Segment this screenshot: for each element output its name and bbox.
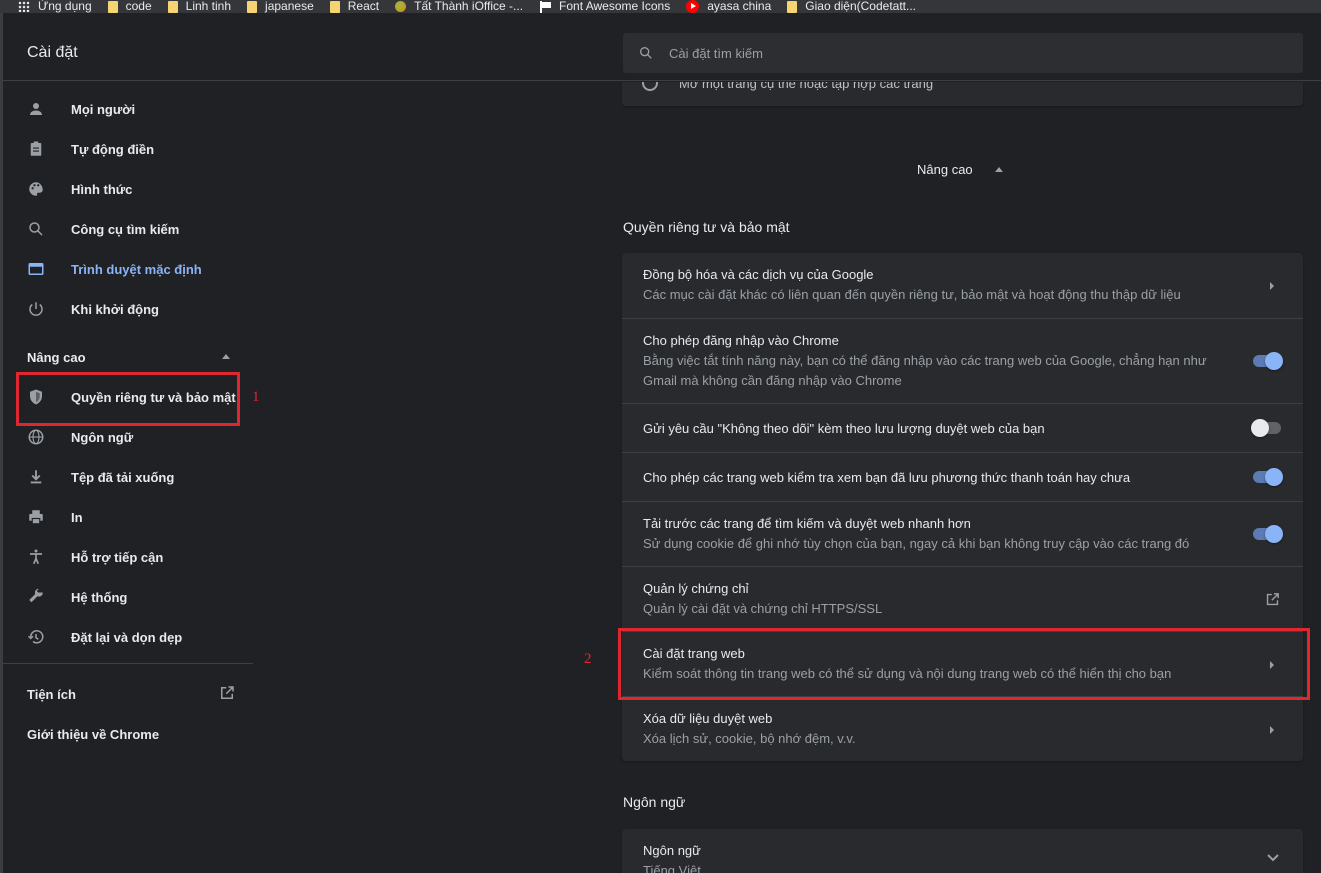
open-in-new-icon[interactable] [1264,591,1281,608]
youtube-icon [686,0,700,13]
page-title: Cài đặt [27,44,78,61]
startup-card-partial: Mở một trang cụ thể hoặc tập hợp các tra… [622,82,1303,106]
sidebar-item-downloads[interactable]: Tệp đã tải xuống [3,457,253,497]
sidebar-item-printing[interactable]: In [3,497,253,537]
sidebar-item-autofill[interactable]: Tự động điền [3,129,253,169]
row-manage-certificates[interactable]: Quản lý chứng chỉ Quản lý cài đặt và chứ… [622,566,1303,631]
language-section-title: Ngôn ngữ [623,794,686,810]
chevron-up-icon[interactable] [995,167,1003,172]
sidebar-item-extensions[interactable]: Tiện ích [3,674,253,714]
search-box[interactable] [623,33,1303,73]
folder-icon [247,0,258,13]
language-card[interactable]: Ngôn ngữ Tiếng Việt [622,829,1303,873]
bookmarks-bar: Ứng dụng code Linh tinh japanese React T… [0,0,1321,13]
bookmark-linh-tinh[interactable]: Linh tinh [167,0,231,13]
sidebar-item-search-engine[interactable]: Công cụ tìm kiếm [3,209,253,249]
sidebar-item-system[interactable]: Hệ thống [3,577,253,617]
search-input[interactable] [669,33,1269,73]
apps-icon [18,1,30,12]
row-preload-pages: Tải trước các trang để tìm kiếm và duyệt… [622,501,1303,566]
restore-icon [27,630,44,644]
sidebar-divider [3,663,253,664]
flag-icon [539,0,552,13]
settings-header: Cài đặt [3,22,1321,81]
download-icon [30,470,42,484]
sidebar-item-on-startup[interactable]: Khi khởi động [3,289,253,329]
wrench-icon [29,588,43,603]
bookmark-react[interactable]: React [329,0,379,13]
bookmark-giao-dien[interactable]: Giao diện(Codetatt... [787,0,916,13]
bookmark-code[interactable]: code [107,0,152,13]
row-sync-google[interactable]: Đồng bộ hóa và các dịch vụ của Google Cá… [622,253,1303,318]
row-payment-methods: Cho phép các trang web kiểm tra xem bạn … [622,452,1303,501]
search-icon [640,47,652,59]
sidebar-item-people[interactable]: Mọi người [3,89,253,129]
folder-icon [167,0,178,13]
row-clear-browsing-data[interactable]: Xóa dữ liệu duyệt web Xóa lịch sử, cooki… [622,696,1303,761]
row-do-not-track: Gửi yêu cầu "Không theo dõi" kèm theo lư… [622,403,1303,452]
annotation-box-1 [16,372,240,426]
sidebar-item-about[interactable]: Giới thiệu về Chrome [3,714,253,754]
bookmark-ayasa-china[interactable]: ayasa china [686,0,771,13]
sidebar-item-appearance[interactable]: Hình thức [3,169,253,209]
bookmark-ioffice[interactable]: Tất Thành iOffice -... [395,0,523,13]
person-icon [30,103,42,115]
chevron-right-icon[interactable] [1270,282,1274,290]
annotation-number-2: 2 [584,651,592,667]
payment-methods-toggle[interactable] [1251,468,1283,486]
do-not-track-toggle[interactable] [1251,419,1283,437]
globe-icon [28,429,44,445]
privacy-section-title: Quyền riêng tư và bảo mật [623,219,790,235]
sidebar-item-default-browser[interactable]: Trình duyệt mặc định [3,249,253,289]
bookmark-font-awesome[interactable]: Font Awesome Icons [539,0,670,13]
chevron-down-icon[interactable] [1266,853,1280,863]
annotation-box-2 [618,628,1310,700]
row-allow-signin: Cho phép đăng nhập vào Chrome Bằng việc … [622,318,1303,403]
folder-icon [787,0,798,13]
folder-icon [329,0,340,13]
folder-icon [107,0,118,13]
bookmark-apps[interactable]: Ứng dụng [0,0,92,13]
annotation-number-1: 1 [252,389,260,405]
open-in-new-icon [221,686,234,699]
preload-toggle[interactable] [1251,525,1283,543]
printer-icon [29,510,43,525]
chevron-up-icon [222,354,230,359]
bookmark-japanese[interactable]: japanese [247,0,314,13]
radio-button[interactable] [642,82,658,91]
search-icon [29,222,43,236]
signin-toggle[interactable] [1251,352,1283,370]
chevron-right-icon[interactable] [1270,726,1274,734]
browser-icon [28,263,44,275]
clipboard-icon [30,141,42,156]
advanced-toggle[interactable]: Nâng cao [917,162,973,177]
accessibility-icon [30,549,42,565]
sidebar-item-reset[interactable]: Đặt lại và dọn dẹp [3,617,253,657]
palette-icon [29,182,43,196]
sidebar-advanced-toggle[interactable]: Nâng cao [3,337,253,375]
sidebar: Mọi người Tự động điền Hình thức Công cụ… [3,82,253,873]
sidebar-item-accessibility[interactable]: Hỗ trợ tiếp cận [3,537,253,577]
power-icon [29,302,43,316]
site-icon [395,1,407,12]
